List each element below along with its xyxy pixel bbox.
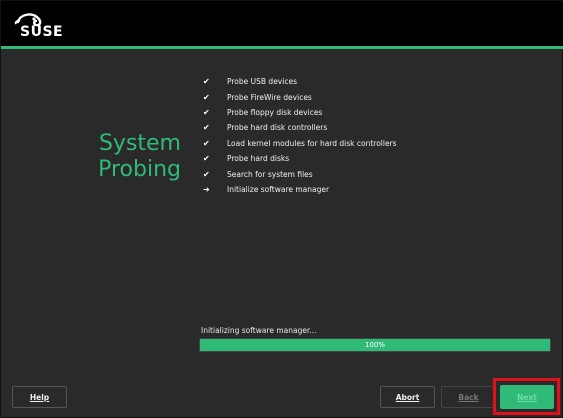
step-label: Search for system files <box>227 169 313 179</box>
page-title-line2: Probing <box>98 157 181 182</box>
list-item: ✔ Load kernel modules for hard disk cont… <box>203 136 397 151</box>
step-label: Probe FireWire devices <box>227 92 312 102</box>
page-title-line1: System <box>98 131 181 156</box>
step-label: Probe hard disks <box>227 154 290 164</box>
logo-text: SUSE <box>20 24 64 40</box>
step-label: Probe hard disk controllers <box>227 123 328 133</box>
check-icon: ✔ <box>203 169 210 179</box>
step-label: Load kernel modules for hard disk contro… <box>227 138 397 148</box>
check-icon: ✔ <box>203 138 210 148</box>
list-item: ✔ Probe FireWire devices <box>203 89 397 104</box>
back-button[interactable]: Back <box>441 386 496 408</box>
header-accent-line <box>1 46 563 49</box>
progress-label: Initializing software manager... <box>201 326 317 335</box>
help-button[interactable]: Help <box>12 386 67 408</box>
list-item: ✔ Probe hard disks <box>203 151 397 166</box>
probe-steps-list: ✔ Probe USB devices ✔ Probe FireWire dev… <box>203 74 397 197</box>
suse-logo: SUSE <box>12 10 68 40</box>
list-item: ✔ Probe floppy disk devices <box>203 105 397 120</box>
progress-bar: 100% <box>199 338 551 352</box>
list-item: ✔ Probe hard disk controllers <box>203 120 397 135</box>
list-item: ✔ Search for system files <box>203 166 397 181</box>
header-bar: SUSE <box>1 1 563 46</box>
arrow-right-icon: ➔ <box>203 184 210 194</box>
page-title: System Probing <box>91 131 181 183</box>
check-icon: ✔ <box>203 77 210 87</box>
step-label: Initialize software manager <box>227 184 330 194</box>
next-button[interactable]: Next <box>500 385 554 409</box>
check-icon: ✔ <box>203 154 210 164</box>
step-label: Probe floppy disk devices <box>227 107 323 117</box>
installer-window: SUSE System Probing ✔ Probe USB devices … <box>0 0 563 418</box>
step-label: Probe USB devices <box>227 77 297 87</box>
list-item: ➔ Initialize software manager <box>203 182 397 197</box>
abort-button[interactable]: Abort <box>380 386 435 408</box>
check-icon: ✔ <box>203 123 210 133</box>
check-icon: ✔ <box>203 107 210 117</box>
list-item: ✔ Probe USB devices <box>203 74 397 89</box>
check-icon: ✔ <box>203 92 210 102</box>
progress-value: 100% <box>364 341 385 349</box>
